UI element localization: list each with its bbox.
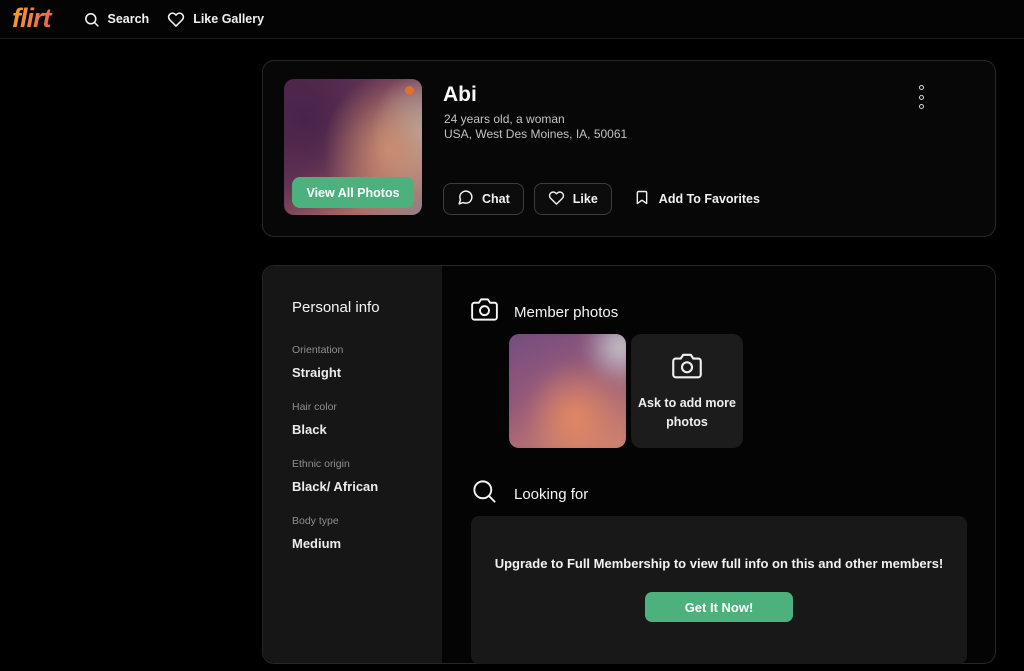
personal-info-sidebar: Personal info Orientation Straight Hair …	[263, 266, 442, 663]
photo-tiles: Ask to add more photos	[509, 334, 743, 448]
field-value: Black/ African	[292, 479, 422, 494]
profile-name: Abi	[443, 83, 477, 107]
chat-button[interactable]: Chat	[443, 183, 524, 215]
get-it-now-button[interactable]: Get It Now!	[645, 592, 793, 622]
profile-location-line: USA, West Des Moines, IA, 50061	[444, 127, 627, 141]
more-options-icon[interactable]	[910, 84, 932, 110]
member-photos-header: Member photos	[471, 296, 618, 328]
chat-bubble-icon	[457, 189, 474, 209]
upgrade-message: Upgrade to Full Membership to view full …	[471, 556, 967, 571]
field-value: Straight	[292, 365, 422, 380]
looking-for-title: Looking for	[514, 486, 588, 503]
heart-icon	[167, 11, 185, 28]
profile-age-line: 24 years old, a woman	[444, 112, 565, 126]
field-hair-color: Hair color Black	[292, 401, 422, 437]
heart-icon	[548, 190, 565, 209]
upgrade-banner: Upgrade to Full Membership to view full …	[471, 516, 967, 664]
field-label: Ethnic origin	[292, 458, 422, 470]
search-icon	[471, 478, 498, 510]
profile-card: View All Photos Abi 24 years old, a woma…	[262, 60, 996, 237]
member-info-card: Personal info Orientation Straight Hair …	[262, 265, 996, 664]
profile-actions: Chat Like Add To Favorites	[443, 183, 760, 215]
field-orientation: Orientation Straight	[292, 344, 422, 380]
member-content: Member photos Ask to add more photos	[471, 266, 997, 663]
member-photos-title: Member photos	[514, 304, 618, 321]
personal-info-title: Personal info	[292, 299, 422, 316]
add-to-favorites-button[interactable]: Add To Favorites	[634, 189, 760, 209]
ask-to-add-more-photos-button[interactable]: Ask to add more photos	[631, 334, 743, 448]
profile-photo[interactable]: View All Photos	[284, 79, 422, 215]
search-icon	[83, 11, 100, 28]
page: flirt Search Like Gallery View All Photo…	[0, 0, 1024, 671]
view-all-photos-button[interactable]: View All Photos	[292, 177, 414, 208]
camera-icon	[672, 351, 702, 384]
nav-like-gallery[interactable]: Like Gallery	[167, 11, 264, 28]
flirt-logo[interactable]: flirt	[10, 3, 65, 36]
blurred-photo-art	[509, 334, 626, 448]
add-to-favorites-label: Add To Favorites	[659, 192, 760, 206]
field-value: Medium	[292, 536, 422, 551]
like-button[interactable]: Like	[534, 183, 612, 215]
field-ethnic-origin: Ethnic origin Black/ African	[292, 458, 422, 494]
online-status-dot	[405, 86, 414, 95]
blurred-member-photo[interactable]	[509, 334, 626, 448]
camera-icon	[471, 296, 498, 328]
bookmark-icon	[634, 189, 650, 209]
field-label: Orientation	[292, 344, 422, 356]
field-label: Hair color	[292, 401, 422, 413]
ask-to-add-more-photos-label: Ask to add more photos	[637, 394, 737, 432]
field-body-type: Body type Medium	[292, 515, 422, 551]
nav-like-gallery-label: Like Gallery	[193, 12, 264, 26]
chat-button-label: Chat	[482, 192, 510, 206]
looking-for-header: Looking for	[471, 478, 588, 510]
field-value: Black	[292, 422, 422, 437]
nav-search[interactable]: Search	[83, 11, 150, 28]
nav-search-label: Search	[108, 12, 150, 26]
like-button-label: Like	[573, 192, 598, 206]
top-navbar: flirt Search Like Gallery	[0, 0, 1024, 39]
field-label: Body type	[292, 515, 422, 527]
